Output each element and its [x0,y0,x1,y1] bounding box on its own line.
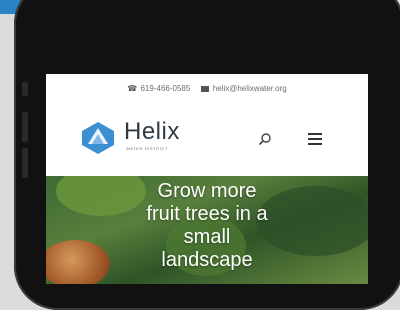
site-header: Helix WATER DISTRICT [46,112,368,172]
phone-volume-down-button [22,148,28,178]
helix-logo-icon[interactable] [80,120,116,156]
search-icon[interactable] [258,132,272,146]
contact-bar: ☎ 619-466-0585 helix@helixwater.org [46,84,368,93]
phone-screen: ☎ 619-466-0585 helix@helixwater.org Heli… [46,74,368,284]
hero-title-line: fruit trees in a [146,203,268,225]
phone-icon: ☎ [127,84,138,94]
hero-title-line: Grow more [157,180,257,202]
hero-banner: Grow more fruit trees in a small landsca… [46,176,368,284]
hero-title-line: landscape [161,249,253,271]
hamburger-menu-icon[interactable] [308,133,322,145]
mail-icon [200,85,209,92]
phone-volume-up-button [22,112,28,142]
hero-title[interactable]: Grow more fruit trees in a small landsca… [46,180,368,272]
phone-mute-switch [22,82,28,96]
hero-title-line: small [183,226,231,248]
brand-name[interactable]: Helix [124,118,180,146]
email-link[interactable]: helix@helixwater.org [213,84,287,93]
phone-number-link[interactable]: 619-466-0585 [140,84,190,93]
brand-subtitle: WATER DISTRICT [126,146,168,151]
